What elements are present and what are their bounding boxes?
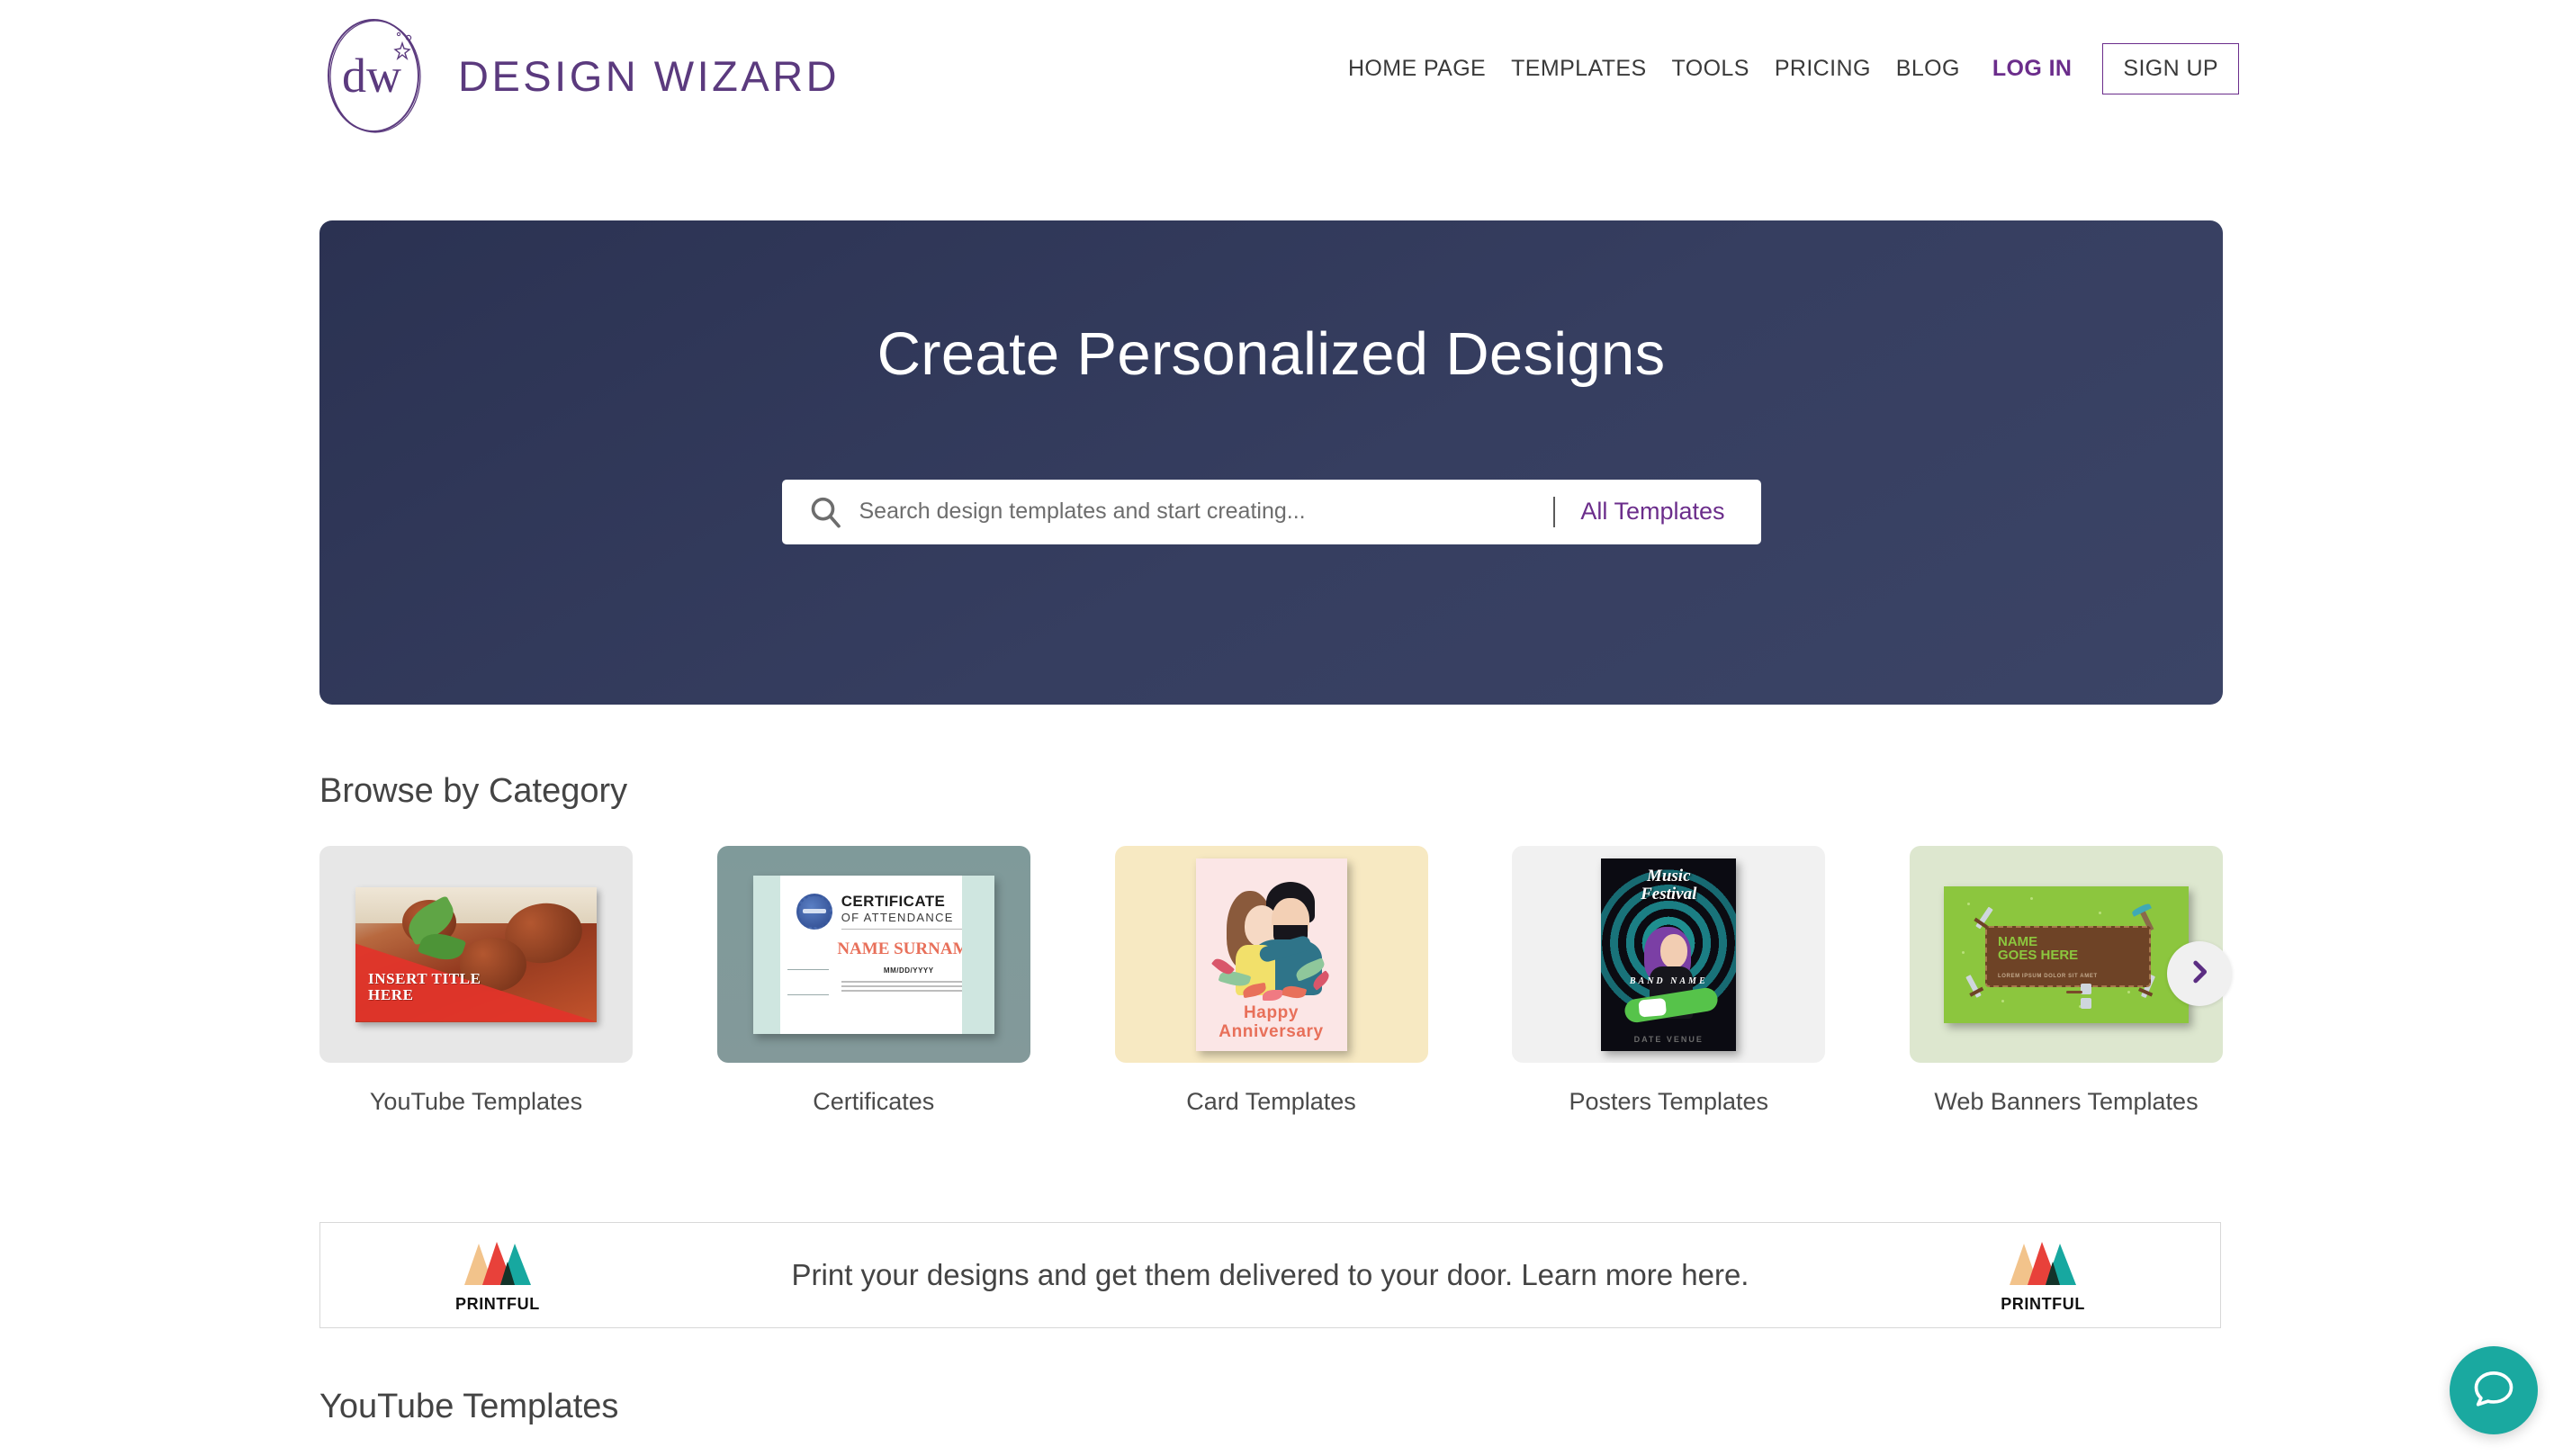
login-link[interactable]: LOG IN <box>1973 56 2091 82</box>
certificate-seal-icon <box>796 893 832 930</box>
hero-title: Create Personalized Designs <box>877 320 1666 388</box>
browse-by-category-heading: Browse by Category <box>319 771 628 810</box>
poster-title-line2: Festival <box>1641 885 1697 904</box>
printful-logo-right: PRINTFUL <box>2001 1237 2085 1314</box>
category-item-cards[interactable]: Happy Anniversary Card Templates <box>1114 846 1428 1116</box>
site-header: dw DESIGN WIZARD HOME PAGE TEMPLATES TOO… <box>0 0 2563 160</box>
logo-wordmark: DESIGN WIZARD <box>458 51 841 100</box>
printful-mountains-icon-right <box>2008 1240 2078 1292</box>
nav-home-page[interactable]: HOME PAGE <box>1335 56 1498 82</box>
category-item-youtube[interactable]: INSERT TITLE HERE YouTube Templates <box>319 846 633 1116</box>
category-label-certificates: Certificates <box>813 1088 935 1115</box>
main-navigation: HOME PAGE TEMPLATES TOOLS PRICING BLOG L… <box>1335 43 2239 94</box>
yt-thumb-line1: INSERT TITLE <box>368 969 481 987</box>
signup-button[interactable]: SIGN UP <box>2102 43 2239 94</box>
poster-title-line1: Music <box>1646 866 1691 885</box>
category-thumb-certificates[interactable]: CERTIFICATE OF ATTENDANCE NAME SURNAME M… <box>716 846 1030 1063</box>
printful-wordmark-right: PRINTFUL <box>2001 1294 2085 1313</box>
certificate-template-preview: CERTIFICATE OF ATTENDANCE NAME SURNAME M… <box>752 875 994 1034</box>
banner-line1: NAME <box>1998 933 2038 949</box>
category-label-web-banners: Web Banners Templates <box>1934 1088 2199 1115</box>
card-line2: Anniversary <box>1219 1022 1324 1042</box>
search-input[interactable] <box>857 498 1554 526</box>
category-label-youtube: YouTube Templates <box>369 1088 583 1115</box>
youtube-templates-heading: YouTube Templates <box>319 1387 619 1425</box>
nav-tools[interactable]: TOOLS <box>1659 56 1762 82</box>
printful-message: Print your designs and get them delivere… <box>791 1258 1749 1291</box>
hero-banner: Create Personalized Designs All Template… <box>319 220 2223 705</box>
banner-sub: LOREM IPSUM DOLOR SIT AMET <box>1998 973 2098 979</box>
card-line1: Happy <box>1243 1002 1299 1022</box>
printful-promo-banner[interactable]: PRINTFUL Print your designs and get them… <box>319 1222 2221 1328</box>
banner-line2: GOES HERE <box>1998 948 2079 964</box>
category-carousel: INSERT TITLE HERE YouTube Templates CERT… <box>319 846 2223 1116</box>
category-item-posters[interactable]: Music Festival BAND NAME DATE VENUE Post… <box>1512 846 1826 1116</box>
category-thumb-posters[interactable]: Music Festival BAND NAME DATE VENUE <box>1512 846 1826 1063</box>
chat-bubble-icon[interactable] <box>2470 1365 2517 1416</box>
category-thumb-cards[interactable]: Happy Anniversary <box>1114 846 1428 1063</box>
category-thumb-youtube[interactable]: INSERT TITLE HERE <box>319 846 633 1063</box>
all-templates-filter[interactable]: All Templates <box>1580 498 1724 526</box>
dw-monogram-icon: dw <box>319 13 435 139</box>
site-logo[interactable]: dw DESIGN WIZARD <box>319 13 840 139</box>
printful-logo-left: PRINTFUL <box>455 1237 540 1314</box>
nav-pricing[interactable]: PRICING <box>1762 56 1884 82</box>
search-divider <box>1553 496 1556 527</box>
chat-widget-button[interactable] <box>2450 1346 2538 1434</box>
yt-thumb-line2: HERE <box>368 986 414 1004</box>
poster-footer: DATE VENUE <box>1633 1034 1704 1044</box>
svg-text:dw: dw <box>342 49 401 103</box>
category-item-certificates[interactable]: CERTIFICATE OF ATTENDANCE NAME SURNAME M… <box>716 846 1030 1116</box>
category-label-posters: Posters Templates <box>1569 1088 1769 1115</box>
poster-template-preview: Music Festival BAND NAME DATE VENUE <box>1601 858 1737 1051</box>
nav-templates[interactable]: TEMPLATES <box>1498 56 1659 82</box>
carousel-next-button[interactable] <box>2167 941 2232 1006</box>
printful-wordmark-left: PRINTFUL <box>455 1294 540 1313</box>
printful-mountains-icon <box>463 1240 533 1292</box>
category-label-cards: Card Templates <box>1186 1088 1356 1115</box>
poster-band-name: BAND NAME <box>1629 975 1708 986</box>
chevron-right-icon[interactable] <box>2184 957 2215 992</box>
anniversary-card-preview: Happy Anniversary <box>1195 858 1347 1051</box>
web-banner-template-preview: NAME GOES HERE LOREM IPSUM DOLOR SIT AME… <box>1944 885 2189 1023</box>
nav-blog[interactable]: BLOG <box>1884 56 1973 82</box>
search-icon[interactable] <box>807 494 843 530</box>
youtube-template-preview: INSERT TITLE HERE <box>355 886 597 1022</box>
search-bar: All Templates <box>781 479 1761 544</box>
